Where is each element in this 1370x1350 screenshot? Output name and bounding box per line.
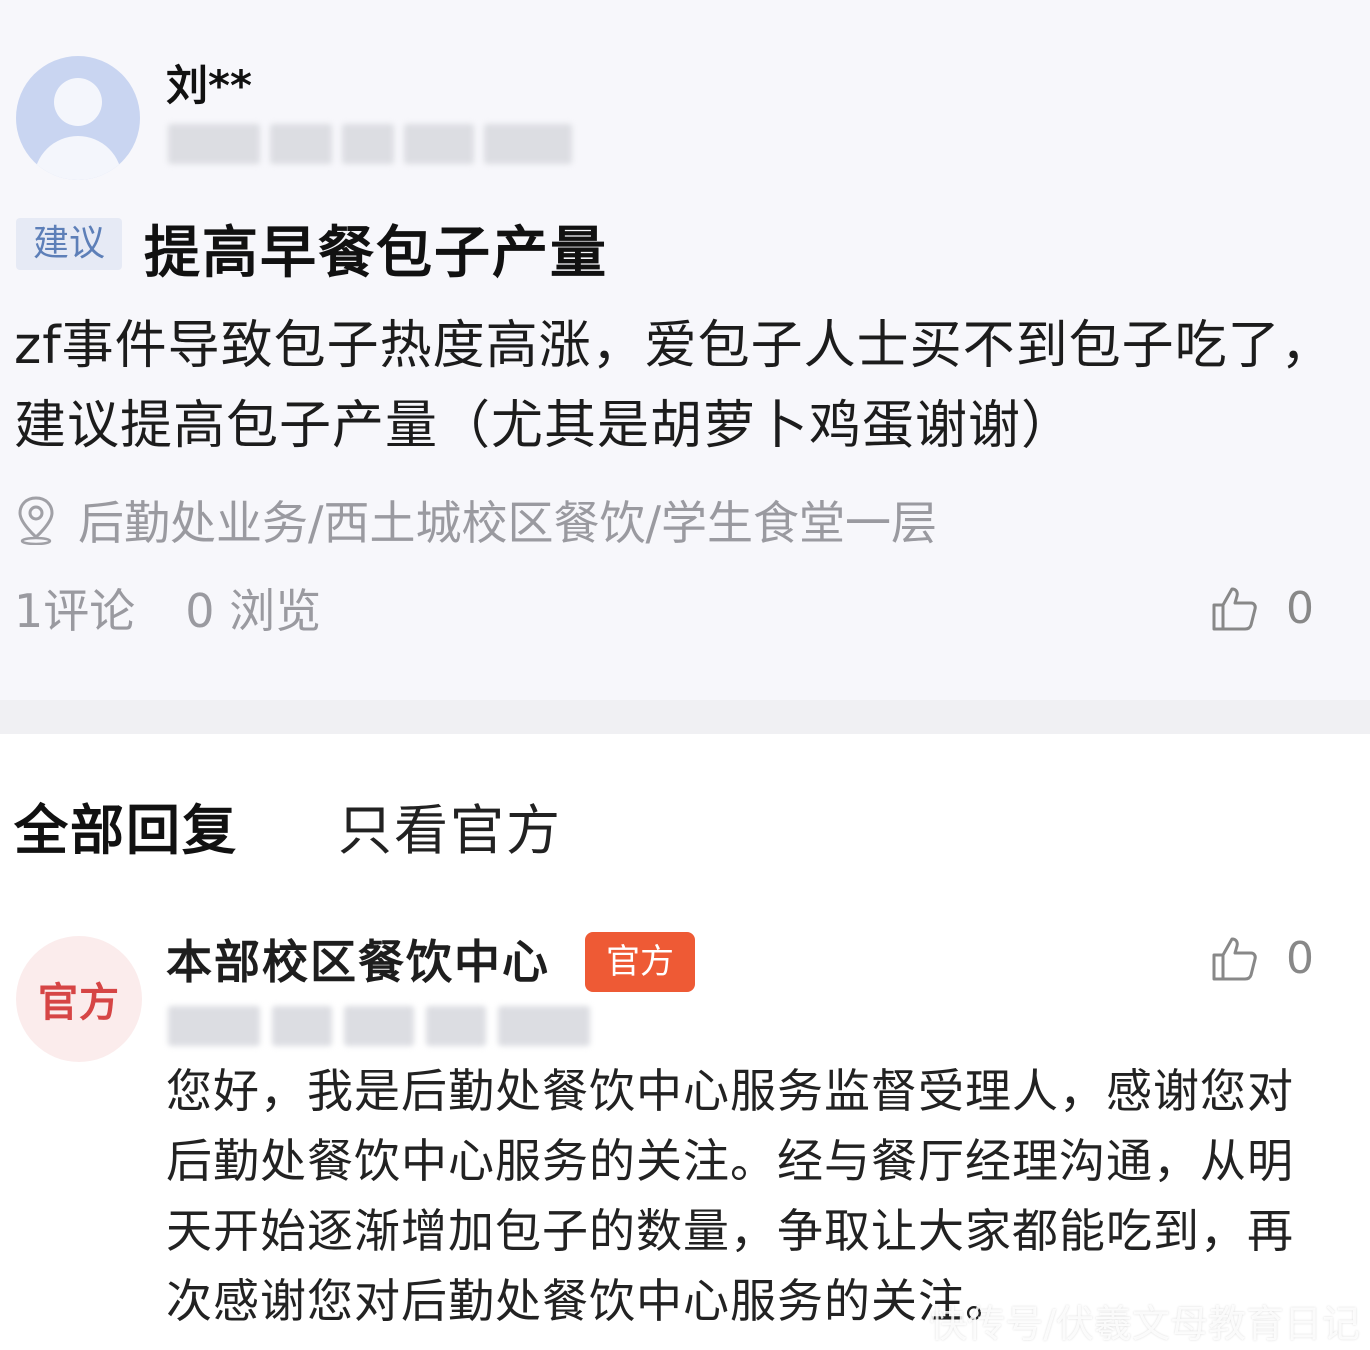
- suggestion-detail-page: 刘** 建议 提高早餐包子产量 zf事件导致包子热度高涨，爱包子人士买不到包子吃…: [0, 0, 1370, 1350]
- post-like-count: 0: [1286, 582, 1314, 634]
- official-avatar-text: 官方: [38, 980, 120, 1026]
- reply-tabs: 全部回复 只看官方: [14, 790, 562, 862]
- avatar-body-shape: [34, 136, 122, 180]
- post-stats: 1评论 0 浏览: [14, 578, 321, 638]
- reply-like-button[interactable]: 0: [1210, 930, 1314, 986]
- watermark: 快传号/伏羲文母教育日记: [929, 1302, 1360, 1346]
- tab-official-only[interactable]: 只看官方: [338, 786, 562, 865]
- post-like-button[interactable]: 0: [1210, 580, 1314, 636]
- location-pin-icon: [18, 496, 54, 545]
- comment-count[interactable]: 1评论: [14, 575, 135, 641]
- section-divider: [0, 700, 1370, 734]
- thumbs-up-icon: [1212, 937, 1257, 981]
- suggestion-tag: 建议: [16, 218, 122, 270]
- tab-all-replies[interactable]: 全部回复: [14, 786, 238, 865]
- post-title: 提高早餐包子产量: [144, 221, 608, 286]
- user-avatar[interactable]: [16, 56, 140, 180]
- post-date-blurred: [168, 124, 572, 166]
- view-count: 0 浏览: [185, 584, 322, 638]
- reply-date-blurred: [168, 1006, 590, 1050]
- location-path[interactable]: 后勤处业务/西土城校区餐饮/学生食堂一层: [16, 490, 937, 550]
- post-card: 刘** 建议 提高早餐包子产量 zf事件导致包子热度高涨，爱包子人士买不到包子吃…: [0, 0, 1370, 700]
- reply-like-count: 0: [1286, 932, 1314, 984]
- post-body: zf事件导致包子热度高涨，爱包子人士买不到包子吃了，建议提高包子产量（尤其是胡萝…: [14, 316, 1334, 456]
- location-text: 后勤处业务/西土城校区餐饮/学生食堂一层: [78, 496, 937, 550]
- avatar-head-shape: [54, 78, 102, 126]
- post-author-name[interactable]: 刘**: [166, 52, 252, 113]
- official-badge: 官方: [585, 932, 695, 992]
- official-avatar[interactable]: 官方: [16, 936, 142, 1062]
- thumbs-up-icon: [1212, 587, 1257, 631]
- reply-author-name[interactable]: 本部校区餐饮中心: [166, 926, 550, 992]
